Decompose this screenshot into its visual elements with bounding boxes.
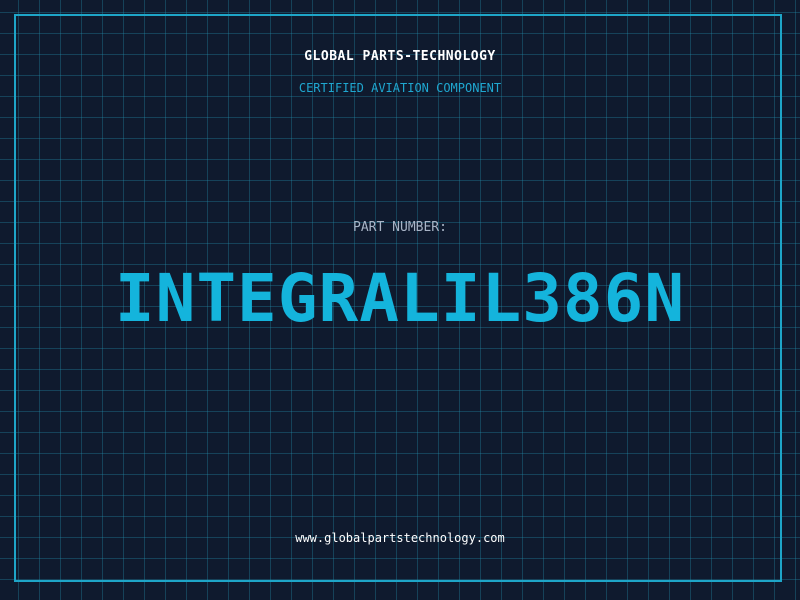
company-name: GLOBAL PARTS-TECHNOLOGY — [304, 49, 496, 64]
part-number-label: PART NUMBER: — [353, 220, 447, 235]
part-number-value: INTEGRALIL386N — [114, 260, 686, 337]
company-tagline: CERTIFIED AVIATION COMPONENT — [298, 81, 502, 95]
website-link[interactable]: www.globalpartstechnology.com — [0, 531, 800, 545]
